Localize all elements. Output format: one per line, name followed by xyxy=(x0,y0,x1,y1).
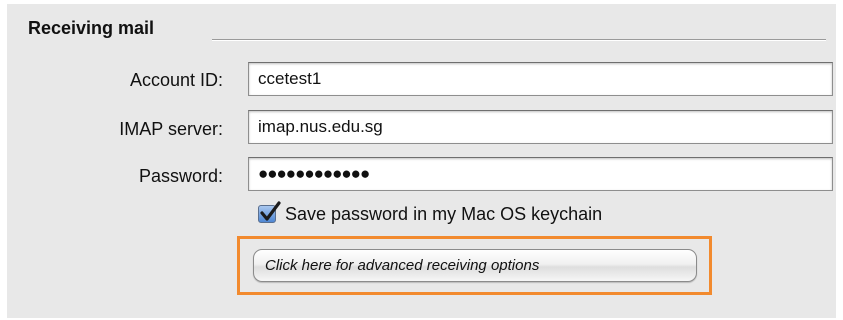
save-password-label: Save password in my Mac OS keychain xyxy=(285,203,603,224)
password-masked-value: ●●●●●●●●●●●● xyxy=(258,164,370,183)
receiving-mail-panel: Receiving mail Account ID: ccetest1 IMAP… xyxy=(7,4,836,318)
checkmark-icon xyxy=(260,201,281,221)
imap-server-label: IMAP server: xyxy=(119,119,223,139)
password-field[interactable]: ●●●●●●●●●●●● xyxy=(248,157,833,191)
imap-server-field[interactable]: imap.nus.edu.sg xyxy=(248,110,833,144)
account-id-label: Account ID: xyxy=(129,70,223,90)
password-label: Password: xyxy=(138,166,223,186)
advanced-receiving-options-button[interactable]: Click here for advanced receiving option… xyxy=(253,249,697,282)
save-password-option[interactable]: Save password in my Mac OS keychain xyxy=(258,201,602,227)
section-divider xyxy=(212,39,826,41)
save-password-checkbox[interactable] xyxy=(258,201,281,223)
account-id-field[interactable]: ccetest1 xyxy=(248,62,833,96)
section-title: Receiving mail xyxy=(28,18,155,38)
